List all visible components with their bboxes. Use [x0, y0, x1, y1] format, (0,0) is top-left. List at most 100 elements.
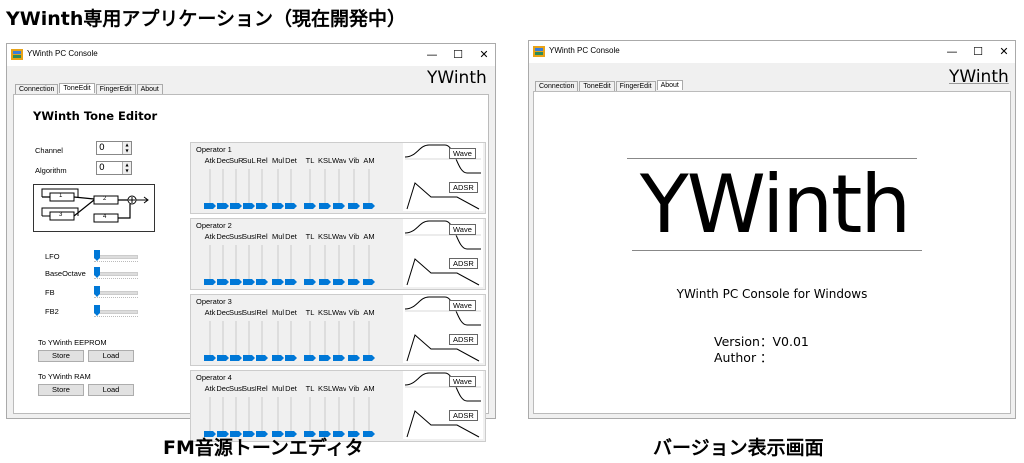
- param-slider[interactable]: [319, 321, 331, 361]
- slider-thumb[interactable]: [319, 203, 331, 209]
- param-slider[interactable]: [333, 245, 345, 285]
- slider-thumb[interactable]: [217, 279, 229, 285]
- param-slider[interactable]: [319, 169, 331, 209]
- param-slider[interactable]: [217, 245, 229, 285]
- param-slider[interactable]: [348, 397, 360, 437]
- slider-thumb[interactable]: [230, 355, 242, 361]
- slider-thumb[interactable]: [256, 203, 268, 209]
- param-slider[interactable]: [256, 169, 268, 209]
- param-slider[interactable]: [304, 397, 316, 437]
- param-slider[interactable]: [348, 321, 360, 361]
- param-slider[interactable]: [272, 245, 284, 285]
- slider-thumb[interactable]: [230, 279, 242, 285]
- slider-thumb[interactable]: [272, 279, 284, 285]
- title-bar[interactable]: YWinth PC Console — ☐ ✕: [529, 41, 1015, 63]
- slider-thumb[interactable]: [363, 431, 375, 437]
- slider-thumb[interactable]: [243, 355, 255, 361]
- adsr-button[interactable]: ADSR: [449, 182, 478, 193]
- slider-thumb[interactable]: [285, 355, 297, 361]
- adsr-button[interactable]: ADSR: [449, 410, 478, 421]
- param-slider[interactable]: [204, 397, 216, 437]
- param-slider[interactable]: [363, 169, 375, 209]
- param-slider[interactable]: [272, 169, 284, 209]
- param-slider[interactable]: [230, 397, 242, 437]
- tab-connection[interactable]: Connection: [15, 84, 59, 94]
- param-slider[interactable]: [243, 397, 255, 437]
- slider-thumb[interactable]: [348, 279, 360, 285]
- slider-thumb[interactable]: [363, 355, 375, 361]
- param-slider[interactable]: [243, 169, 255, 209]
- minimize-icon[interactable]: —: [939, 43, 965, 61]
- param-slider[interactable]: [348, 245, 360, 285]
- param-slider[interactable]: [230, 245, 242, 285]
- slider-thumb[interactable]: [204, 279, 216, 285]
- param-slider[interactable]: [285, 397, 297, 437]
- eeprom-load-button[interactable]: Load: [88, 350, 134, 362]
- spin-arrows-icon[interactable]: ▲ ▼: [122, 142, 131, 154]
- slider-thumb[interactable]: [333, 279, 345, 285]
- slider-thumb[interactable]: [348, 355, 360, 361]
- param-slider[interactable]: [304, 169, 316, 209]
- wave-button[interactable]: Wave: [449, 376, 476, 387]
- slider-thumb[interactable]: [256, 355, 268, 361]
- tab-fingeredit[interactable]: FingerEdit: [615, 81, 656, 91]
- close-icon[interactable]: ✕: [991, 43, 1017, 61]
- slider-thumb[interactable]: [319, 355, 331, 361]
- wave-button[interactable]: Wave: [449, 148, 476, 159]
- param-slider[interactable]: [217, 397, 229, 437]
- maximize-icon[interactable]: ☐: [445, 46, 471, 64]
- param-slider[interactable]: [363, 245, 375, 285]
- slider-thumb[interactable]: [230, 203, 242, 209]
- fb2-slider[interactable]: [94, 305, 138, 317]
- param-slider[interactable]: [243, 245, 255, 285]
- slider-thumb[interactable]: [272, 203, 284, 209]
- close-icon[interactable]: ✕: [471, 46, 497, 64]
- param-slider[interactable]: [285, 245, 297, 285]
- slider-thumb[interactable]: [204, 355, 216, 361]
- param-slider[interactable]: [217, 169, 229, 209]
- param-slider[interactable]: [319, 397, 331, 437]
- wave-button[interactable]: Wave: [449, 300, 476, 311]
- ram-store-button[interactable]: Store: [38, 384, 84, 396]
- slider-thumb[interactable]: [243, 279, 255, 285]
- param-slider[interactable]: [204, 169, 216, 209]
- param-slider[interactable]: [333, 321, 345, 361]
- param-slider[interactable]: [272, 397, 284, 437]
- slider-thumb[interactable]: [285, 203, 297, 209]
- slider-thumb[interactable]: [217, 355, 229, 361]
- slider-thumb[interactable]: [304, 355, 316, 361]
- slider-thumb[interactable]: [348, 203, 360, 209]
- tab-connection[interactable]: Connection: [535, 81, 579, 91]
- algorithm-spinner[interactable]: 0 ▲ ▼: [96, 161, 132, 175]
- tab-toneedit[interactable]: ToneEdit: [59, 83, 95, 93]
- tab-about[interactable]: About: [656, 80, 683, 90]
- param-slider[interactable]: [272, 321, 284, 361]
- adsr-button[interactable]: ADSR: [449, 334, 478, 345]
- maximize-icon[interactable]: ☐: [965, 43, 991, 61]
- ram-load-button[interactable]: Load: [88, 384, 134, 396]
- param-slider[interactable]: [363, 321, 375, 361]
- param-slider[interactable]: [304, 321, 316, 361]
- tab-toneedit[interactable]: ToneEdit: [579, 81, 615, 91]
- eeprom-store-button[interactable]: Store: [38, 350, 84, 362]
- param-slider[interactable]: [217, 321, 229, 361]
- minimize-icon[interactable]: —: [419, 46, 445, 64]
- fb-slider[interactable]: [94, 286, 138, 298]
- slider-thumb[interactable]: [363, 203, 375, 209]
- slider-thumb[interactable]: [285, 279, 297, 285]
- tab-about[interactable]: About: [136, 84, 163, 94]
- slider-thumb[interactable]: [304, 279, 316, 285]
- channel-spinner[interactable]: 0 ▲ ▼: [96, 141, 132, 155]
- param-slider[interactable]: [333, 397, 345, 437]
- slider-thumb[interactable]: [304, 203, 316, 209]
- slider-thumb[interactable]: [256, 279, 268, 285]
- param-slider[interactable]: [243, 321, 255, 361]
- slider-thumb[interactable]: [333, 355, 345, 361]
- baseoctave-slider[interactable]: [94, 267, 138, 279]
- slider-thumb[interactable]: [333, 203, 345, 209]
- param-slider[interactable]: [204, 321, 216, 361]
- lfo-slider[interactable]: [94, 250, 138, 262]
- param-slider[interactable]: [363, 397, 375, 437]
- spin-arrows-icon[interactable]: ▲ ▼: [122, 162, 131, 174]
- param-slider[interactable]: [204, 245, 216, 285]
